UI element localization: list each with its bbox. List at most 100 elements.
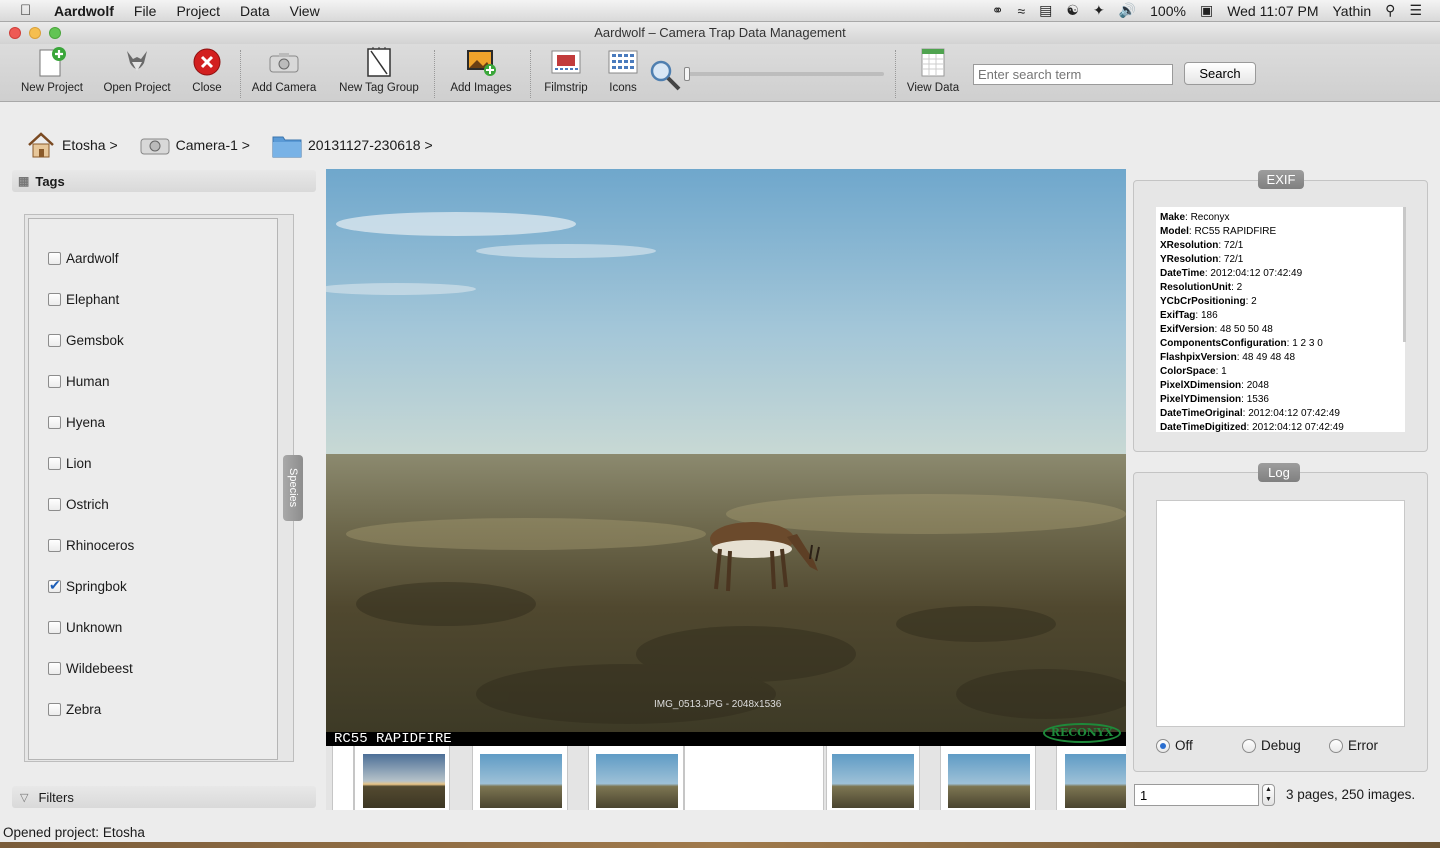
filmstrip-frame[interactable]	[1056, 746, 1126, 810]
tag-label: Aardwolf	[66, 250, 119, 266]
filmstrip-frame[interactable]	[940, 746, 1036, 810]
tag-checkbox[interactable]	[48, 538, 61, 552]
exif-metadata[interactable]: Make: Reconyx Model: RC55 RAPIDFIRE XRes…	[1156, 207, 1405, 432]
thumbnail-image[interactable]	[596, 754, 678, 808]
filmstrip-frame[interactable]	[588, 746, 684, 810]
stepper-down-icon[interactable]: ▼	[1263, 795, 1274, 805]
open-project-button[interactable]: Open Project	[99, 46, 175, 94]
battery-icon[interactable]: ▣	[1200, 2, 1213, 19]
new-tag-group-button[interactable]: New Tag Group	[334, 46, 424, 94]
log-level-error[interactable]: Error	[1329, 738, 1378, 753]
icons-view-button[interactable]: Icons	[602, 46, 644, 94]
tag-checkbox[interactable]	[48, 374, 61, 388]
filmstrip-frame[interactable]	[332, 746, 354, 810]
filmstrip-frame-empty[interactable]	[684, 746, 824, 810]
tag-checkbox[interactable]	[48, 620, 61, 634]
search-button[interactable]: Search	[1184, 62, 1256, 85]
menu-data[interactable]: Data	[240, 3, 270, 19]
filter-icon: ▽	[20, 791, 29, 804]
tag-aardwolf[interactable]: Aardwolf	[48, 248, 119, 268]
toolbar-separator	[434, 50, 435, 98]
creative-cloud-icon[interactable]: ⚭	[992, 2, 1004, 19]
tag-checkbox[interactable]	[48, 497, 61, 511]
new-project-button[interactable]: New Project	[16, 46, 88, 94]
filmstrip-frame[interactable]	[354, 746, 450, 810]
add-images-button[interactable]: Add Images	[446, 46, 516, 94]
tag-checkbox[interactable]	[48, 333, 61, 347]
zoom-slider-thumb[interactable]	[684, 67, 690, 81]
tag-wildebeest[interactable]: Wildebeest	[48, 658, 133, 678]
breadcrumb-camera[interactable]: Camera-1 >	[140, 132, 250, 158]
radio-button[interactable]	[1329, 738, 1343, 753]
camera-info-bar: RC55 RAPIDFIRE	[326, 732, 1126, 746]
tag-zebra[interactable]: Zebra	[48, 699, 101, 719]
window-zoom-button[interactable]	[49, 27, 61, 39]
bluetooth-icon[interactable]: ✦	[1093, 2, 1105, 19]
tag-hyena[interactable]: Hyena	[48, 412, 105, 432]
accessibility-icon[interactable]: ☯	[1066, 2, 1079, 19]
filmstrip[interactable]	[326, 746, 1126, 810]
log-output[interactable]	[1156, 500, 1405, 727]
tag-checkbox[interactable]	[48, 292, 61, 306]
thumbnail-image[interactable]	[363, 754, 445, 808]
close-button[interactable]: Close	[184, 46, 230, 94]
tag-checkbox-checked[interactable]	[48, 577, 61, 594]
zoom-slider-track[interactable]	[686, 72, 884, 76]
menu-clock[interactable]: Wed 11:07 PM	[1227, 3, 1318, 19]
tag-label: Human	[66, 373, 110, 389]
exif-row: YCbCrPositioning: 2	[1160, 296, 1257, 307]
exif-scrollbar[interactable]	[1403, 207, 1406, 342]
app-menu[interactable]: Aardwolf	[54, 3, 114, 19]
filmstrip-view-button[interactable]: Filmstrip	[538, 46, 594, 94]
species-group-tab[interactable]: Species	[283, 455, 303, 521]
menu-view[interactable]: View	[290, 3, 320, 19]
filmstrip-frame[interactable]	[472, 746, 568, 810]
tag-checkbox[interactable]	[48, 456, 61, 470]
tag-unknown[interactable]: Unknown	[48, 617, 122, 637]
search-input[interactable]	[973, 64, 1173, 85]
tag-springbok[interactable]: Springbok	[48, 576, 127, 596]
page-stepper[interactable]: ▲ ▼	[1262, 784, 1275, 806]
thumbnail-image[interactable]	[832, 754, 914, 808]
view-data-button[interactable]: View Data	[903, 46, 963, 94]
tag-human[interactable]: Human	[48, 371, 110, 391]
add-camera-button[interactable]: Add Camera	[247, 46, 321, 94]
radio-button-selected[interactable]	[1156, 738, 1170, 753]
image-viewer[interactable]: IMG_0513.JPG - 2048x1536 RC55 RAPIDFIRE …	[326, 169, 1126, 746]
thumbnail-image[interactable]	[1065, 754, 1126, 808]
tag-checkbox[interactable]	[48, 251, 61, 265]
time-machine-icon[interactable]: ▤	[1039, 2, 1052, 19]
filters-panel-header[interactable]: ▽ Filters	[12, 786, 316, 808]
tag-gemsbok[interactable]: Gemsbok	[48, 330, 124, 350]
tag-checkbox[interactable]	[48, 415, 61, 429]
tag-rhinoceros[interactable]: Rhinoceros	[48, 535, 134, 555]
tag-checkbox[interactable]	[48, 661, 61, 675]
menu-file[interactable]: File	[134, 3, 157, 19]
notification-center-icon[interactable]: ☰	[1409, 2, 1422, 19]
radio-button[interactable]	[1242, 738, 1256, 753]
tags-panel-header[interactable]: ▦ Tags	[12, 170, 316, 192]
user-menu[interactable]: Yathin	[1333, 3, 1372, 19]
thumbnail-image[interactable]	[480, 754, 562, 808]
filmstrip-frame[interactable]	[826, 746, 920, 810]
window-close-button[interactable]	[9, 27, 21, 39]
close-circle-icon	[191, 46, 223, 78]
menu-project[interactable]: Project	[176, 3, 220, 19]
apple-menu-icon[interactable]: 	[20, 2, 40, 19]
breadcrumb-folder[interactable]: 20131127-230618 >	[272, 132, 433, 158]
volume-icon[interactable]: 🔊	[1119, 2, 1136, 19]
window-minimize-button[interactable]	[29, 27, 41, 39]
stepper-up-icon[interactable]: ▲	[1263, 785, 1274, 795]
tag-lion[interactable]: Lion	[48, 453, 92, 473]
spotlight-search-icon[interactable]: ⚲	[1385, 2, 1395, 19]
tag-elephant[interactable]: Elephant	[48, 289, 119, 309]
log-level-off[interactable]: Off	[1156, 738, 1193, 753]
breadcrumb-project[interactable]: Etosha >	[26, 132, 118, 158]
battery-percent[interactable]: 100%	[1150, 3, 1186, 19]
tag-checkbox[interactable]	[48, 702, 61, 716]
log-level-debug[interactable]: Debug	[1242, 738, 1301, 753]
thumbnail-image[interactable]	[948, 754, 1030, 808]
tag-ostrich[interactable]: Ostrich	[48, 494, 109, 514]
wifi-icon[interactable]: ≈	[1017, 3, 1025, 19]
page-number-input[interactable]	[1134, 784, 1259, 806]
